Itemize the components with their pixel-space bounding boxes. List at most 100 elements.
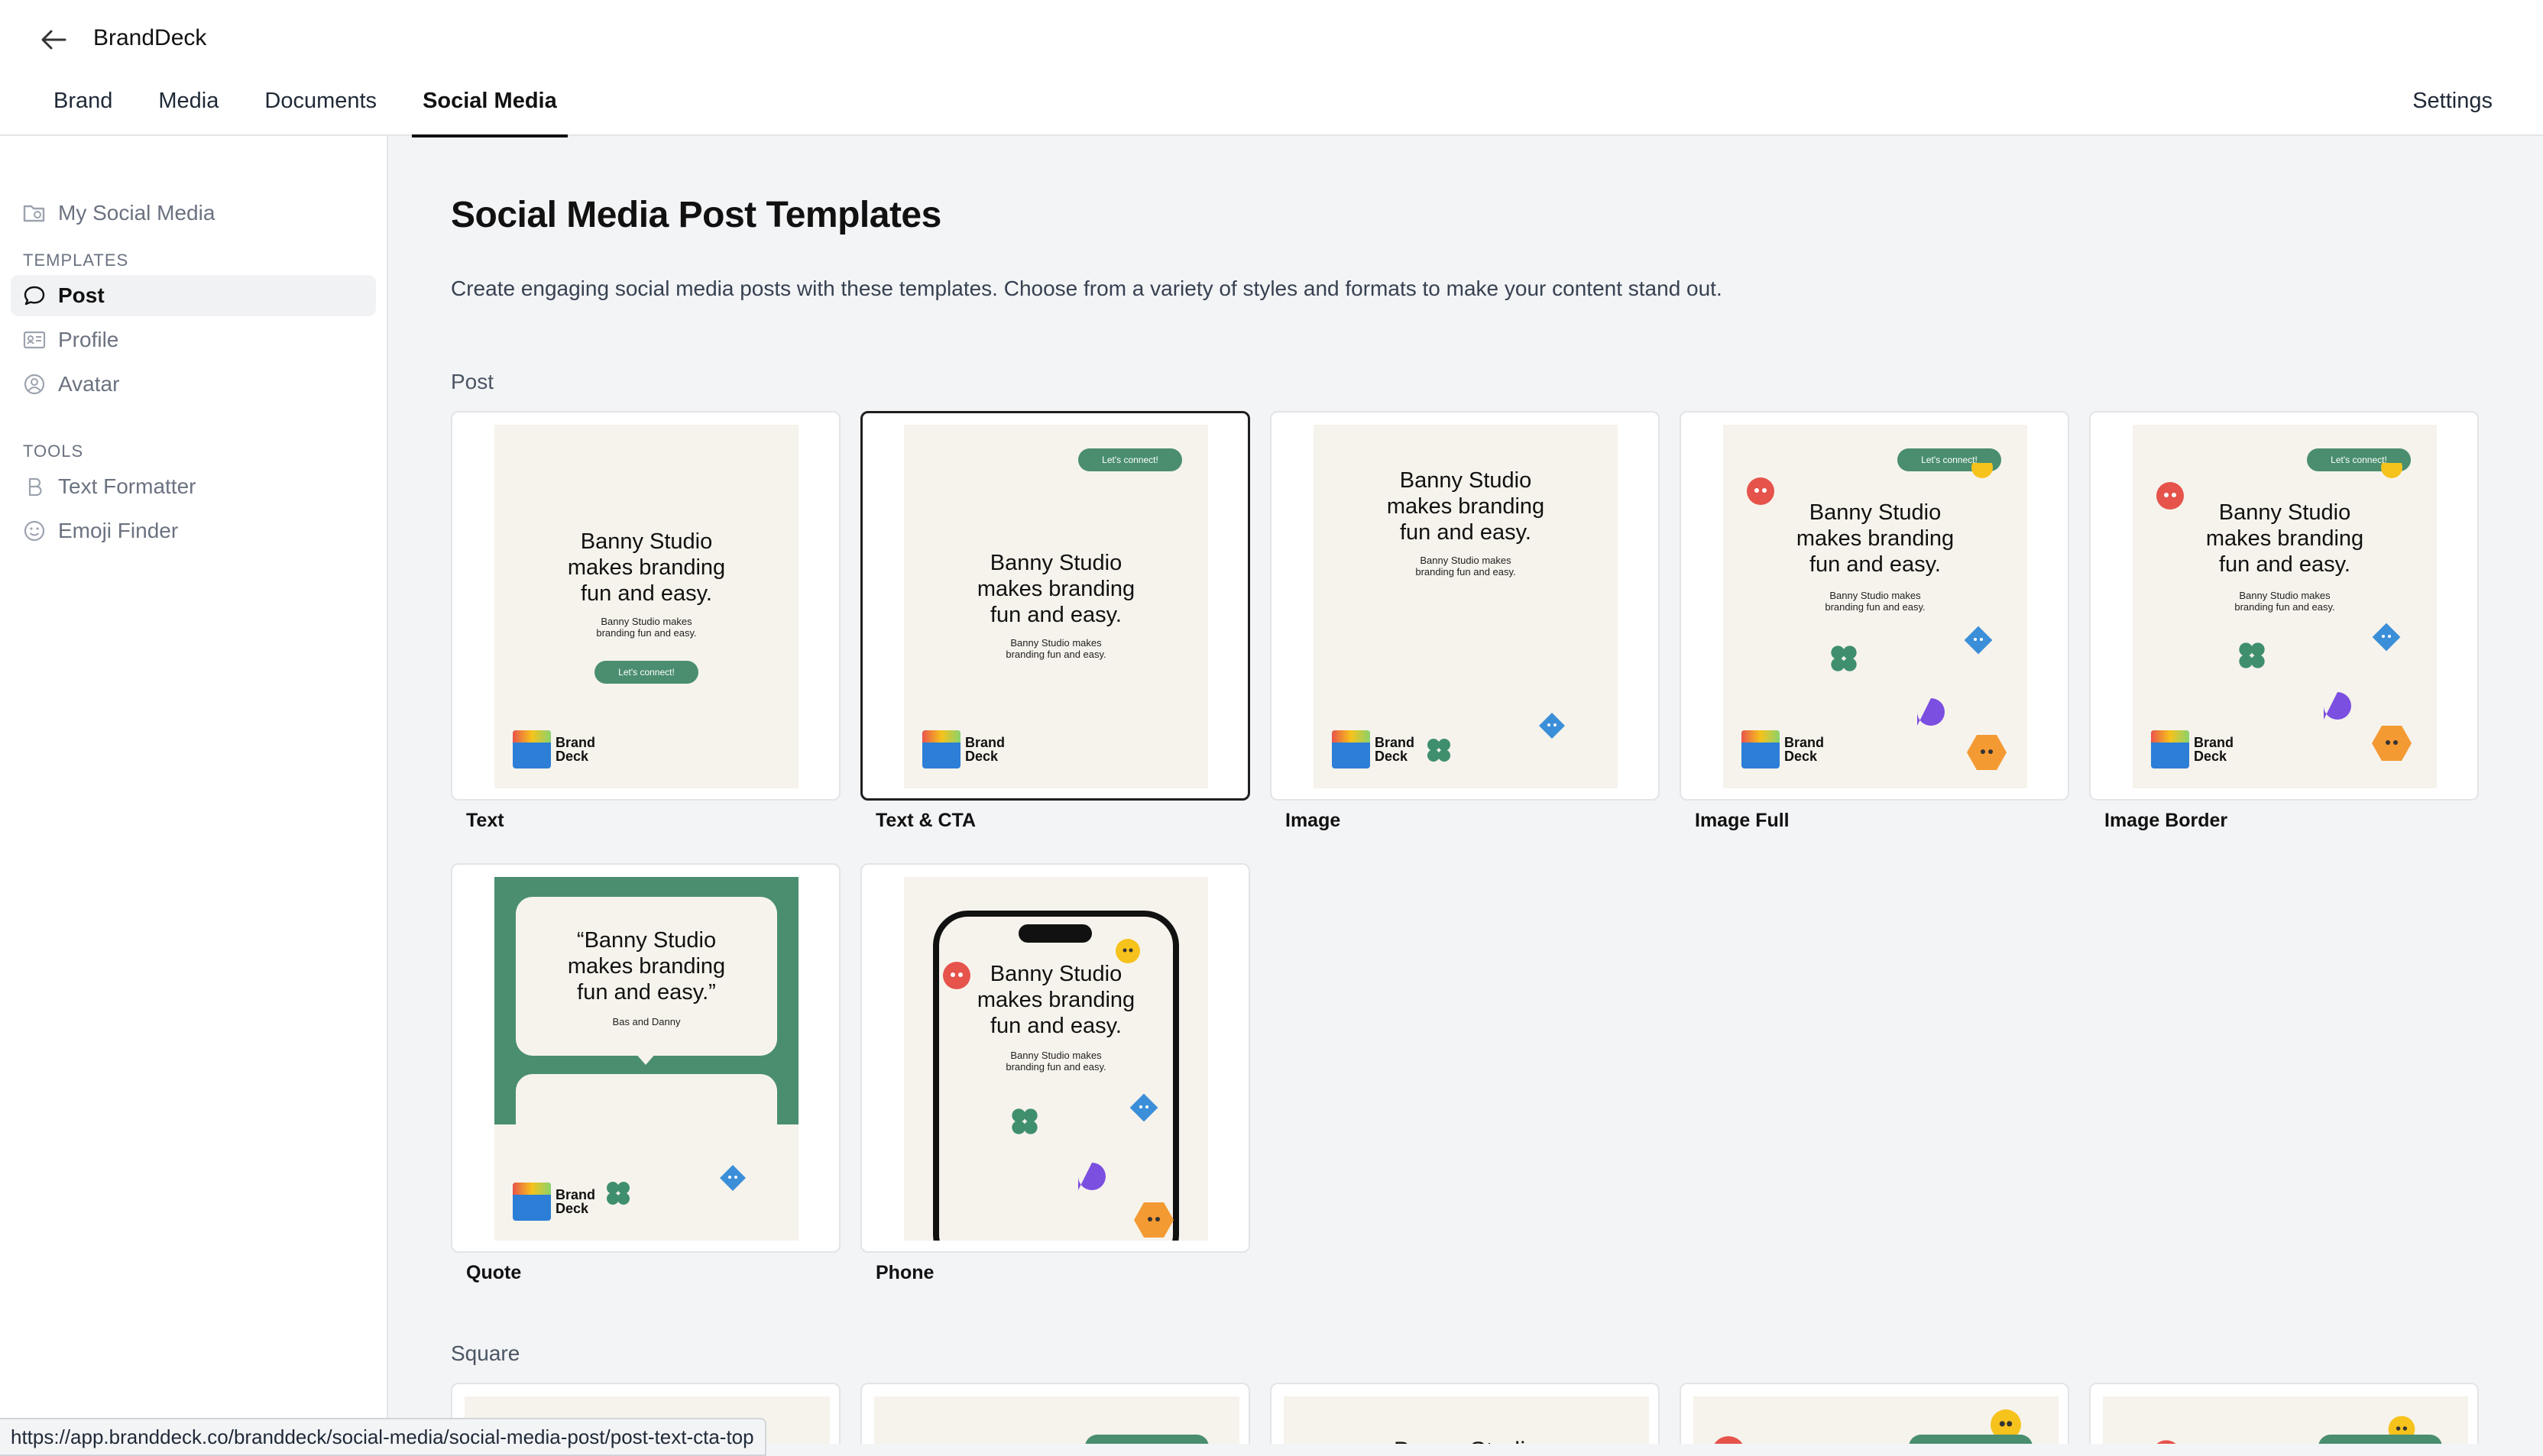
template-label: Image bbox=[1285, 810, 1341, 831]
square-template-card[interactable]: Let's connect! bbox=[1680, 1383, 2069, 1444]
template-thumbnail: Banny Studio makes branding fun and easy. … bbox=[494, 425, 799, 788]
tab-media[interactable]: Media bbox=[135, 83, 241, 136]
brand-logo-icon bbox=[922, 730, 961, 768]
sidebar-item-avatar[interactable]: Avatar bbox=[11, 364, 376, 405]
template-thumbnail: Banny Studio makes branding fun and easy. … bbox=[1314, 425, 1618, 788]
orange-hexagon-icon bbox=[1134, 1202, 1174, 1238]
green-clover-icon bbox=[607, 1182, 630, 1205]
thumb-cta-pill: Let's connect! bbox=[1078, 448, 1182, 471]
sidebar-item-label: Emoji Finder bbox=[58, 519, 179, 542]
thumb-headline: Banny Studio makes branding fun and easy. bbox=[567, 529, 726, 606]
purple-blob-icon bbox=[1078, 1163, 1106, 1190]
template-label: Text bbox=[466, 810, 504, 831]
tab-social-media[interactable]: Social Media bbox=[400, 83, 580, 138]
brand-logo: Brand Deck bbox=[1332, 730, 1414, 768]
tab-brand[interactable]: Brand bbox=[31, 83, 135, 136]
orange-hexagon-icon bbox=[1967, 735, 2007, 770]
thumb-cta-pill: Let's connect! bbox=[1085, 1435, 1209, 1444]
section-label-post: Post bbox=[451, 370, 494, 393]
purple-blob-icon bbox=[2324, 692, 2351, 720]
sidebar-item-label: Post bbox=[58, 283, 105, 307]
template-label: Image Full bbox=[1695, 810, 1790, 831]
template-card-phone[interactable]: Banny Studio makes branding fun and easy. … bbox=[860, 863, 1250, 1253]
status-bar-url: https://app.branddeck.co/branddeck/socia… bbox=[0, 1418, 766, 1456]
template-thumbnail: Let's connect! Banny Studio makes brandin… bbox=[2133, 425, 2437, 788]
sidebar-section-templates: TEMPLATES bbox=[23, 251, 129, 270]
sidebar-item-profile[interactable]: Profile bbox=[11, 319, 376, 361]
sidebar-item-label: Profile bbox=[58, 328, 119, 351]
template-label: Phone bbox=[876, 1262, 935, 1283]
template-thumbnail: Let's connect! Banny Studio makes brandin… bbox=[1723, 425, 2027, 788]
brand-logo-icon bbox=[1741, 730, 1780, 768]
template-thumbnail: Banny Studio bbox=[1284, 1396, 1649, 1444]
template-card-text-cta[interactable]: Let's connect! Banny Studio makes brandin… bbox=[860, 411, 1250, 801]
brand-logo-icon bbox=[513, 1183, 551, 1221]
blue-diamond-icon bbox=[2372, 623, 2401, 652]
sidebar: My Social Media TEMPLATES Post Profile A… bbox=[0, 136, 388, 1456]
tab-documents[interactable]: Documents bbox=[241, 83, 400, 136]
quote-bubble-tail bbox=[635, 1053, 656, 1065]
id-card-icon bbox=[23, 331, 46, 349]
template-thumbnail: Let's connect! bbox=[1693, 1396, 2059, 1444]
back-arrow-icon[interactable] bbox=[37, 23, 70, 57]
blue-diamond-icon bbox=[1964, 626, 1993, 655]
template-card-text[interactable]: Banny Studio makes branding fun and easy. … bbox=[451, 411, 841, 801]
thumb-cta-pill: Let's connect! bbox=[2318, 1435, 2442, 1444]
sidebar-item-my-social-media[interactable]: My Social Media bbox=[11, 193, 376, 234]
yellow-sun-icon bbox=[2381, 463, 2402, 478]
smiley-icon bbox=[24, 520, 45, 542]
orange-hexagon-icon bbox=[2372, 726, 2412, 761]
template-card-image[interactable]: Banny Studio makes branding fun and easy. … bbox=[1270, 411, 1660, 801]
brand-logo-icon bbox=[1332, 730, 1370, 768]
green-clover-icon bbox=[1831, 645, 1857, 671]
thumb-subtext: Banny Studio makes branding fun and easy. bbox=[1006, 1050, 1106, 1073]
red-blob-icon bbox=[2156, 1440, 2176, 1444]
sidebar-item-post[interactable]: Post bbox=[11, 275, 376, 316]
green-clover-icon bbox=[2239, 642, 2265, 668]
square-template-card[interactable]: Banny Studio bbox=[1270, 1383, 1660, 1444]
brand-logo-icon bbox=[2151, 730, 2189, 768]
thumb-headline: Banny Studio makes branding fun and easy. bbox=[1796, 500, 1955, 577]
blue-diamond-icon bbox=[1129, 1093, 1158, 1122]
template-label: Image Border bbox=[2104, 810, 2228, 831]
green-clover-icon bbox=[1427, 739, 1450, 762]
thumb-headline: Banny Studio bbox=[1284, 1438, 1649, 1444]
thumb-subtext: Banny Studio makes branding fun and easy. bbox=[1825, 590, 1926, 613]
sidebar-item-label: Avatar bbox=[58, 372, 120, 396]
thumb-headline: Banny Studio makes branding fun and easy. bbox=[2205, 500, 2364, 577]
brand-logo: Brand Deck bbox=[922, 730, 1005, 768]
thumb-headline: Banny Studio makes branding fun and easy. bbox=[977, 551, 1135, 627]
bold-b-icon bbox=[28, 477, 42, 497]
section-label-square: Square bbox=[451, 1341, 520, 1365]
blue-diamond-icon bbox=[720, 1165, 746, 1191]
template-card-image-full[interactable]: Let's connect! Banny Studio makes brandin… bbox=[1680, 411, 2069, 801]
thumb-cta-pill: Let's connect! bbox=[1909, 1435, 2033, 1444]
sidebar-item-text-formatter[interactable]: Text Formatter bbox=[11, 466, 376, 507]
template-thumbnail: “Banny Studio makes branding fun and easy.… bbox=[494, 877, 799, 1241]
top-header: BrandDeck Brand Media Documents Social M… bbox=[0, 0, 2543, 138]
thumb-subtext: Banny Studio makes branding fun and easy. bbox=[2234, 590, 2335, 613]
template-card-image-border[interactable]: Let's connect! Banny Studio makes brandin… bbox=[2089, 411, 2479, 801]
sidebar-item-emoji-finder[interactable]: Emoji Finder bbox=[11, 510, 376, 552]
thumb-headline: Banny Studio makes branding fun and easy. bbox=[1386, 468, 1545, 545]
template-card-quote[interactable]: “Banny Studio makes branding fun and easy.… bbox=[451, 863, 841, 1253]
brand-logo: Brand Deck bbox=[2151, 730, 2234, 768]
square-template-card[interactable]: Let's connect! bbox=[860, 1383, 1250, 1444]
square-template-card[interactable]: Let's connect! bbox=[2089, 1383, 2479, 1444]
thumb-cta-pill: Let's connect! bbox=[594, 661, 698, 684]
red-blob-icon bbox=[1714, 1436, 1743, 1444]
phone-notch bbox=[1019, 924, 1092, 943]
folder-icon bbox=[23, 205, 45, 222]
sidebar-section-tools: TOOLS bbox=[23, 442, 84, 461]
thumb-headline: Banny Studio makes branding fun and easy. bbox=[977, 962, 1135, 1038]
sidebar-item-label: My Social Media bbox=[58, 201, 215, 225]
settings-link[interactable]: Settings bbox=[2412, 89, 2493, 114]
thumb-quote-text: “Banny Studio makes branding fun and easy.… bbox=[567, 928, 726, 1005]
template-label: Quote bbox=[466, 1262, 522, 1283]
brand-logo-icon bbox=[513, 730, 551, 768]
brand-logo: Brand Deck bbox=[513, 1183, 595, 1221]
sidebar-item-label: Text Formatter bbox=[58, 474, 196, 498]
user-circle-icon bbox=[24, 374, 45, 395]
page-title: Social Media Post Templates bbox=[451, 195, 941, 235]
thumb-subtext: Banny Studio makes branding fun and easy. bbox=[1415, 555, 1516, 578]
